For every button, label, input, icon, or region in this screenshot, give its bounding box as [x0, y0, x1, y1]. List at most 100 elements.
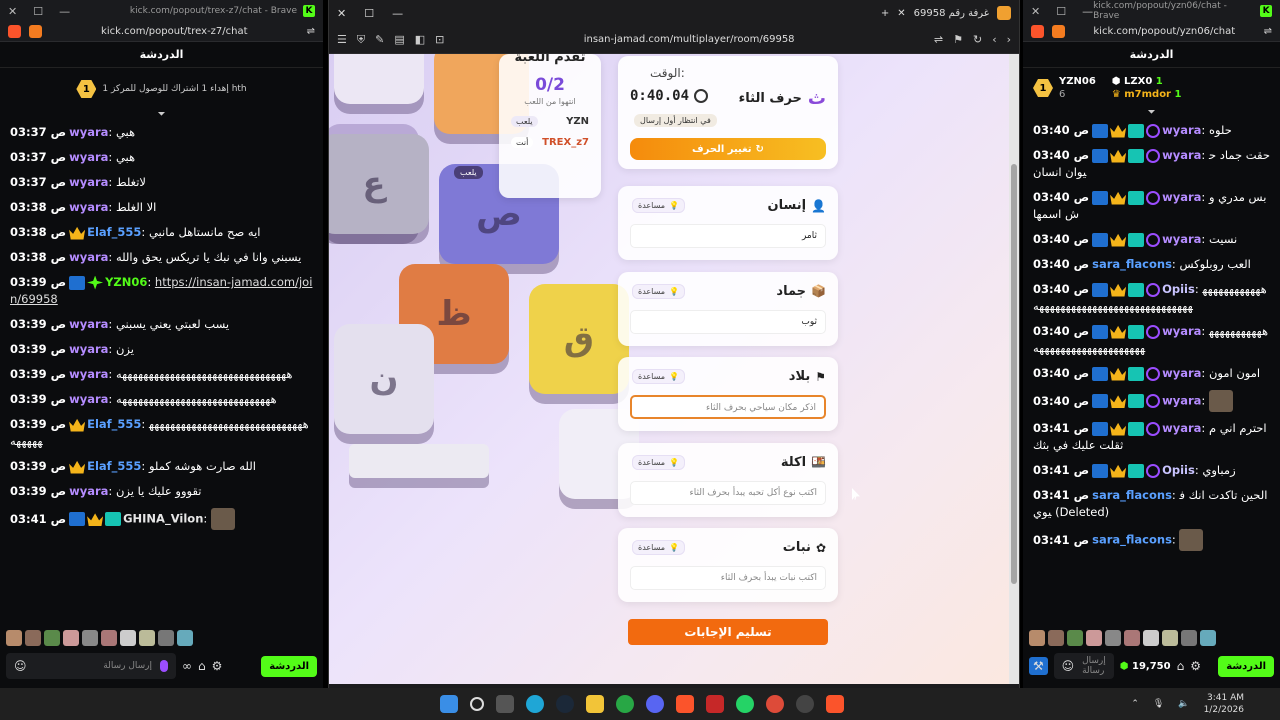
obs-icon[interactable] — [796, 695, 814, 713]
whatsapp-icon[interactable] — [736, 695, 754, 713]
help-button[interactable]: مساعدة 💡 — [632, 369, 685, 384]
emote-icon[interactable] — [1067, 630, 1083, 646]
scrollbar-thumb[interactable] — [1011, 164, 1017, 584]
message-username[interactable]: wyara — [1162, 324, 1201, 338]
answer-input[interactable]: اكتب نبات يبدأ بحرف الثاء — [630, 566, 826, 590]
tune-icon[interactable]: ⇌ — [1264, 26, 1272, 37]
chat-input[interactable]: ☺ إرسال رسالة — [1053, 653, 1114, 679]
message-username[interactable]: wyara — [69, 250, 108, 264]
maximize-icon[interactable]: ☐ — [1056, 5, 1066, 18]
close-icon[interactable]: ✕ — [337, 7, 346, 20]
help-button[interactable]: مساعدة 💡 — [632, 454, 685, 470]
emote-icon[interactable] — [44, 630, 60, 646]
store-icon[interactable]: ⌂ — [1177, 659, 1185, 673]
minimize-icon[interactable]: — — [59, 5, 70, 18]
store-icon[interactable]: ⌂ — [198, 659, 206, 673]
submit-answers-button[interactable]: تسليم الإجابات — [628, 619, 828, 645]
file-explorer-icon[interactable] — [586, 695, 604, 713]
answer-input[interactable]: اذكر مكان سياحي بحرف الثاء — [630, 395, 826, 419]
message-username[interactable]: wyara — [69, 175, 108, 189]
answer-input[interactable]: اكتب نوع أكل تحبه يبدأ بحرف الثاء — [630, 480, 826, 505]
message-username[interactable]: Opiis — [1162, 463, 1195, 477]
brave-icon[interactable] — [676, 695, 694, 713]
reload-icon[interactable]: ↻ — [973, 33, 982, 46]
change-letter-button[interactable]: تغيير الحرف ↻ — [630, 138, 826, 160]
pinned-goal[interactable]: 1 إهداء 1 اشتراك للوصول للمركز 1 hth — [0, 68, 323, 110]
voice-app-icon[interactable] — [706, 695, 724, 713]
help-button[interactable]: مساعدة 💡 — [632, 198, 685, 213]
volume-icon[interactable]: 🔈 — [1178, 699, 1189, 709]
close-icon[interactable]: ✕ — [8, 5, 17, 18]
xbox-icon[interactable] — [616, 695, 634, 713]
back-icon[interactable]: ‹ — [992, 33, 996, 46]
message-username[interactable]: wyara — [1162, 123, 1201, 137]
message-username[interactable]: wyara — [69, 317, 108, 331]
shield-icon[interactable]: ⛨ — [357, 33, 365, 47]
points-balance[interactable]: ⬢ 19,750 — [1120, 661, 1171, 672]
clock[interactable]: 3:41 AM 1/2/2026 — [1204, 692, 1244, 716]
message-username[interactable]: Elaf_555 — [87, 459, 141, 473]
message-username[interactable]: wyara — [1162, 232, 1201, 246]
collapse-icon[interactable]: ⏷ — [0, 110, 323, 124]
page-scrollbar[interactable] — [1009, 54, 1019, 684]
mic-icon[interactable]: 🎙 — [1153, 699, 1164, 709]
emote-icon[interactable] — [1162, 630, 1178, 646]
discord-icon[interactable] — [646, 695, 664, 713]
help-button[interactable]: مساعدة 💡 — [632, 283, 685, 299]
tune-icon[interactable]: ⇌ — [307, 26, 315, 37]
windows-start-icon[interactable] — [440, 695, 458, 713]
edge-icon[interactable] — [526, 695, 544, 713]
collapse-icon[interactable]: ⏷ — [1023, 108, 1280, 122]
minimize-icon[interactable]: — — [392, 7, 403, 20]
tab-room[interactable]: + ✕ غرفة رقم 69958 — [881, 6, 1011, 20]
chrome-icon[interactable] — [766, 695, 784, 713]
brave-rewards-icon[interactable] — [1052, 25, 1065, 38]
steam-icon[interactable] — [556, 695, 574, 713]
message-username[interactable]: wyara — [69, 342, 108, 356]
emote-icon[interactable] — [120, 630, 136, 646]
minimize-icon[interactable]: — — [1082, 5, 1093, 18]
points-icon[interactable]: ∞ — [182, 659, 192, 673]
screenshot-icon[interactable]: ⊡ — [435, 33, 444, 46]
emoji-icon[interactable]: ☺ — [1062, 659, 1075, 673]
emote-icon[interactable] — [63, 630, 79, 646]
bookmark-icon[interactable]: ⚑ — [953, 33, 963, 46]
message-username[interactable]: sara_flacons — [1092, 488, 1172, 502]
brave-rewards-icon[interactable] — [29, 25, 42, 38]
chat-input[interactable]: ☺ إرسال رسالة — [6, 653, 176, 679]
help-button[interactable]: مساعدة 💡 — [632, 540, 685, 555]
emote-icon[interactable] — [101, 630, 117, 646]
emote-icon[interactable] — [1181, 630, 1197, 646]
sidebar-icon[interactable]: ◧ — [415, 33, 425, 46]
emote-icon[interactable] — [1143, 630, 1159, 646]
message-username[interactable]: wyara — [69, 200, 108, 214]
emote-icon[interactable] — [6, 630, 22, 646]
message-username[interactable]: sara_flacons — [1092, 533, 1172, 547]
close-icon[interactable]: ✕ — [1031, 5, 1040, 18]
chat-send-button[interactable]: الدردشة — [1218, 655, 1274, 677]
gift-leaderboard[interactable]: 1 YZN06 6 ⬢ LZX0 1 ♛ m7mdor 1 — [1023, 68, 1280, 108]
emote-icon[interactable] — [1086, 630, 1102, 646]
emote-icon[interactable] — [1105, 630, 1121, 646]
message-username[interactable]: Elaf_555 — [87, 225, 141, 239]
message-username[interactable]: wyara — [69, 150, 108, 164]
settings-icon[interactable]: ⚙ — [212, 659, 223, 673]
tray-chevron-icon[interactable]: ⌃ — [1131, 699, 1139, 709]
chat-send-button[interactable]: الدردشة — [261, 655, 317, 677]
emote-icon[interactable] — [25, 630, 41, 646]
brave-shield-icon[interactable] — [8, 25, 21, 38]
extension-icon[interactable]: ✎ — [375, 33, 384, 46]
search-icon[interactable] — [470, 697, 484, 711]
forward-icon[interactable]: › — [1007, 33, 1011, 46]
hammer-icon[interactable]: ⚒ — [1029, 657, 1048, 675]
message-username[interactable]: Elaf_555 — [87, 417, 141, 431]
emoji-icon[interactable]: ☺ — [14, 659, 27, 673]
url-text[interactable]: kick.com/popout/trex-z7/chat — [50, 26, 299, 37]
maximize-icon[interactable]: ☐ — [364, 7, 374, 20]
brave-shield-icon[interactable] — [1031, 25, 1044, 38]
emote-icon[interactable] — [1048, 630, 1064, 646]
message-username[interactable]: wyara — [1162, 148, 1201, 162]
address-bar[interactable]: insan-jamad.com/multiplayer/room/69958 — [454, 34, 924, 45]
emote-icon[interactable] — [1200, 630, 1216, 646]
url-text[interactable]: kick.com/popout/yzn06/chat — [1073, 26, 1256, 37]
